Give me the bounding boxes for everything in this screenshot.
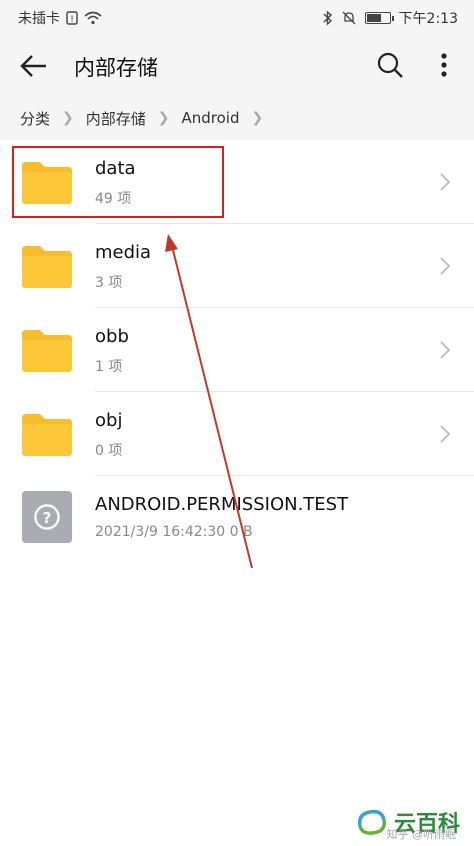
app-bar: 内部存储 — [0, 34, 474, 96]
file-meta: 1 项 — [95, 359, 123, 375]
chevron-right-icon — [440, 173, 451, 191]
chevron-right-icon: ❯ — [251, 110, 264, 126]
wifi-icon — [84, 11, 102, 25]
chevron-right-icon — [440, 257, 451, 275]
svg-text:?: ? — [43, 509, 52, 527]
list-item-folder-media[interactable]: media 3 项 — [0, 224, 474, 308]
watermark-sub: 知乎 @听雨眠 — [386, 828, 457, 841]
chevron-right-icon: ❯ — [62, 110, 74, 126]
clock-text: 下午2:13 — [398, 11, 458, 27]
bluetooth-icon — [323, 10, 332, 26]
breadcrumb-item-internal-storage[interactable]: 内部存储 — [86, 108, 146, 129]
more-options-icon[interactable] — [432, 49, 456, 81]
file-name: obb — [95, 326, 129, 347]
folder-icon — [22, 330, 72, 372]
file-meta: 2021/3/9 16:42:30 0 B — [95, 524, 253, 540]
unknown-file-icon: ? — [21, 490, 73, 544]
chevron-right-icon: ❯ — [157, 110, 170, 126]
mute-bell-icon — [342, 11, 356, 25]
list-item-folder-obb[interactable]: obb 1 项 — [0, 308, 474, 392]
back-arrow-icon[interactable] — [18, 50, 50, 82]
chevron-right-icon — [440, 341, 451, 359]
sim-icon: ! — [66, 11, 78, 25]
list-item-file-permission-test[interactable]: ? ANDROID.PERMISSION.TEST 2021/3/9 16:42… — [0, 476, 474, 560]
carrier-text: 未插卡 — [18, 11, 60, 27]
file-meta: 0 项 — [95, 443, 123, 459]
battery-icon — [364, 12, 394, 24]
file-name: media — [95, 242, 152, 263]
status-bar: 未插卡 ! 下午2:13 — [0, 0, 474, 34]
page-title: 内部存储 — [74, 56, 158, 80]
logo-icon — [357, 809, 386, 835]
folder-icon — [22, 414, 72, 456]
highlight-box — [12, 146, 224, 218]
folder-icon — [22, 246, 72, 288]
breadcrumb-item-android[interactable]: Android — [182, 109, 240, 127]
svg-text:!: ! — [70, 15, 74, 25]
chevron-right-icon — [440, 425, 451, 443]
file-name: ANDROID.PERMISSION.TEST — [95, 494, 349, 515]
search-icon[interactable] — [374, 49, 406, 81]
file-name: obj — [95, 410, 123, 431]
breadcrumb: 分类 ❯ 内部存储 ❯ Android ❯ — [0, 96, 474, 140]
list-item-folder-obj[interactable]: obj 0 项 — [0, 392, 474, 476]
breadcrumb-item-category[interactable]: 分类 — [20, 108, 50, 129]
file-meta: 3 项 — [95, 275, 123, 291]
